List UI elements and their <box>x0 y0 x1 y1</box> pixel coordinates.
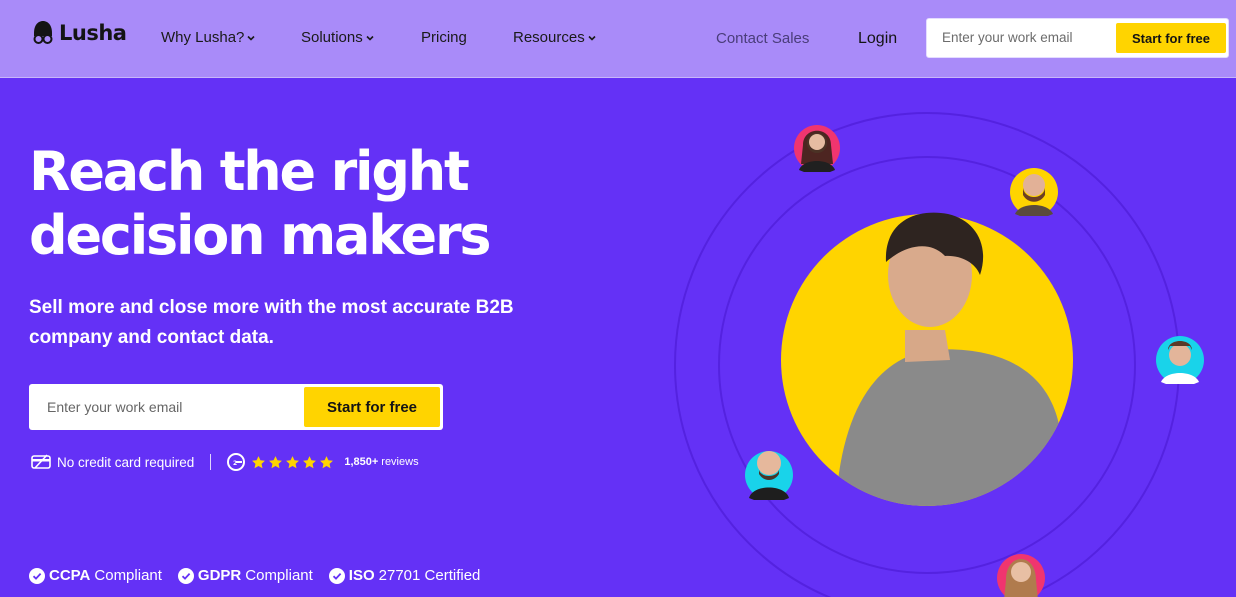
nav-solutions-label: Solutions <box>301 29 363 46</box>
badge-iso: ISO 27701 Certified <box>328 567 481 584</box>
avatar-bald-man <box>745 451 793 500</box>
headline-line-2: decision makers <box>29 204 492 267</box>
orbit-ring-inner <box>718 156 1136 574</box>
check-circle-icon <box>328 567 345 584</box>
avatar-woman-bottom <box>997 554 1045 597</box>
login-link[interactable]: Login <box>858 30 897 48</box>
star-icon <box>252 455 266 468</box>
badge-gdpr-strong: GDPR <box>197 567 242 584</box>
hero-signup-form: Start for free <box>29 384 443 430</box>
nav-why-lusha-label: Why Lusha? <box>161 29 245 46</box>
nav-solutions[interactable]: Solutions <box>301 29 374 46</box>
nav-email-input[interactable] <box>942 30 1112 45</box>
badge-ccpa: CCPA Compliant <box>29 567 162 584</box>
no-credit-card-text: No credit card required <box>57 454 195 470</box>
nav-start-free-button[interactable]: Start for free <box>1116 23 1226 53</box>
badge-iso-rest: 27701 Certified <box>378 567 481 584</box>
top-navbar: Lusha Why Lusha? Solutions Pricing Resou… <box>0 0 1236 78</box>
rating-stars <box>251 455 334 470</box>
nav-signup-form: Start for free <box>926 18 1229 58</box>
check-circle-icon <box>29 567 45 584</box>
star-icon <box>303 455 317 468</box>
nav-resources[interactable]: Resources <box>513 29 596 46</box>
badge-ccpa-rest: Compliant <box>94 567 162 584</box>
trust-row: No credit card required 2 1,850+ reviews <box>31 453 419 471</box>
avatar-man-right <box>1156 336 1204 384</box>
hero-start-free-button[interactable]: Start for free <box>304 387 440 427</box>
hero-headline: Reach the right decision makers <box>29 140 549 268</box>
credit-card-icon <box>31 454 51 469</box>
chevron-down-icon <box>366 35 374 41</box>
avatar-man-beard <box>1010 168 1058 216</box>
nav-resources-label: Resources <box>513 29 585 46</box>
chevron-down-icon <box>247 35 255 41</box>
logo-text: Lusha <box>59 21 127 45</box>
star-icon <box>320 455 334 468</box>
check-circle-icon <box>177 567 194 584</box>
headline-line-1: Reach the right <box>29 140 470 203</box>
badge-ccpa-strong: CCPA <box>49 567 91 584</box>
star-icon <box>286 455 300 468</box>
trust-divider <box>210 454 212 470</box>
nav-pricing-label: Pricing <box>421 29 467 46</box>
badge-gdpr: GDPR Compliant <box>177 567 313 584</box>
main-person-avatar <box>781 212 1073 506</box>
hero-email-input[interactable] <box>47 399 297 415</box>
svg-text:2: 2 <box>233 460 237 467</box>
compliance-badges: CCPA Compliant GDPR Compliant ISO 27701 … <box>29 567 480 584</box>
star-icon <box>269 455 283 468</box>
contact-sales-link[interactable]: Contact Sales <box>716 30 809 47</box>
lusha-logo[interactable]: Lusha <box>31 20 127 46</box>
avatar-woman-top <box>794 125 840 172</box>
subline-line-2: company and contact data. <box>29 327 274 348</box>
reviews-label: reviews <box>381 456 419 468</box>
chevron-down-icon <box>588 35 596 41</box>
reviews-count[interactable]: 1,850+ <box>344 456 378 468</box>
nav-pricing[interactable]: Pricing <box>421 29 467 46</box>
orbit-ring-outer <box>674 112 1180 597</box>
g2-logo-icon: 2 <box>227 453 246 471</box>
badge-iso-strong: ISO <box>348 567 375 584</box>
lusha-logo-icon <box>33 21 53 44</box>
subline-line-1: Sell more and close more with the most a… <box>29 297 514 318</box>
hero-subheadline: Sell more and close more with the most a… <box>29 293 549 353</box>
nav-why-lusha[interactable]: Why Lusha? <box>161 29 255 46</box>
badge-gdpr-rest: Compliant <box>245 567 313 584</box>
